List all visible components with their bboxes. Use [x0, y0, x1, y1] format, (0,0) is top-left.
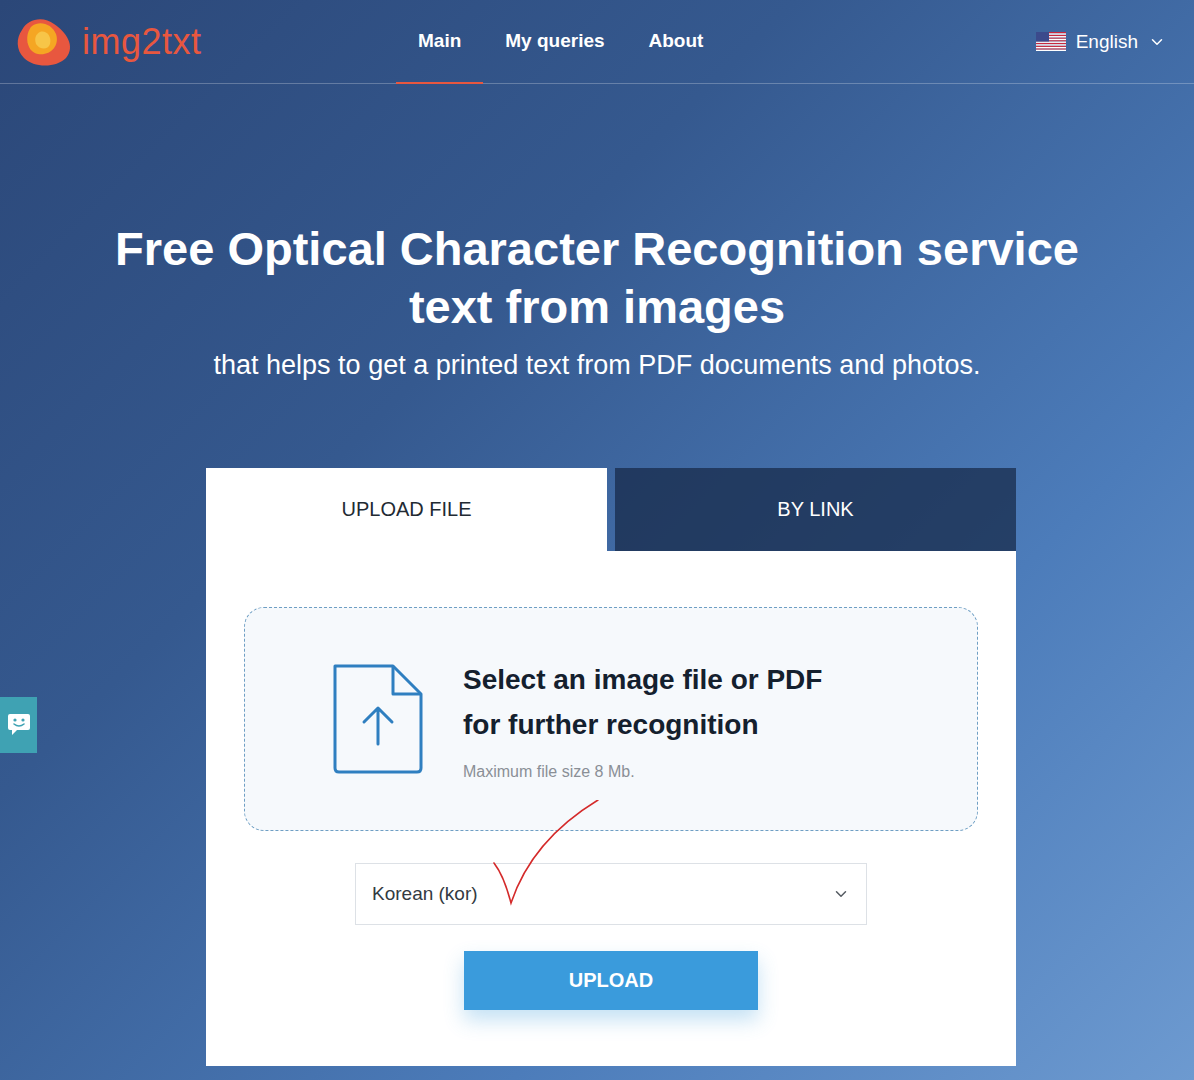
logo[interactable]: img2txt: [14, 0, 396, 83]
language-select-wrap: Korean (kor): [355, 863, 867, 925]
nav-item[interactable]: My queries: [483, 0, 626, 84]
tab-row: UPLOAD FILEBY LINK: [206, 468, 1016, 551]
chevron-down-icon: [1148, 33, 1166, 51]
drop-text: Select an image file or PDFfor further r…: [463, 657, 822, 781]
nav-item[interactable]: Main: [396, 0, 483, 84]
drop-zone[interactable]: Select an image file or PDFfor further r…: [244, 607, 978, 831]
card-body: Select an image file or PDFfor further r…: [206, 551, 1016, 1066]
logo-text: img2txt: [82, 21, 202, 63]
hero-title: Free Optical Character Recognition servi…: [115, 220, 1079, 278]
chevron-down-icon: [832, 885, 850, 903]
drop-prompt: Select an image file or PDF: [463, 657, 822, 702]
upload-button[interactable]: UPLOAD: [464, 951, 758, 1010]
header: img2txt MainMy queriesAbout English: [0, 0, 1194, 84]
chat-widget[interactable]: [0, 697, 37, 753]
main-nav: MainMy queriesAbout: [396, 0, 1036, 83]
tab[interactable]: BY LINK: [615, 468, 1016, 551]
hero-title: text from images: [409, 278, 785, 336]
language-label: English: [1076, 31, 1138, 53]
file-size-limit: Maximum file size 8 Mb.: [463, 763, 822, 781]
hero: Free Optical Character Recognition servi…: [0, 84, 1194, 382]
language-select[interactable]: Korean (kor): [355, 863, 867, 925]
file-upload-icon: [331, 662, 425, 776]
language-select-value: Korean (kor): [372, 883, 478, 905]
tab[interactable]: UPLOAD FILE: [206, 468, 607, 551]
chat-smile-icon: [7, 712, 31, 738]
upload-card: UPLOAD FILEBY LINK Select an image file o…: [206, 468, 1016, 1066]
language-selector[interactable]: English: [1036, 0, 1166, 83]
red-check-annotation-icon: [492, 800, 600, 908]
nav-item[interactable]: About: [627, 0, 726, 84]
drop-prompt: for further recognition: [463, 702, 822, 747]
page: img2txt MainMy queriesAbout English Free Op…: [0, 0, 1194, 1080]
us-flag-icon: [1036, 32, 1066, 51]
hero-subtitle: that helps to get a printed text from PD…: [214, 348, 981, 382]
logo-blob-icon: [14, 16, 76, 68]
